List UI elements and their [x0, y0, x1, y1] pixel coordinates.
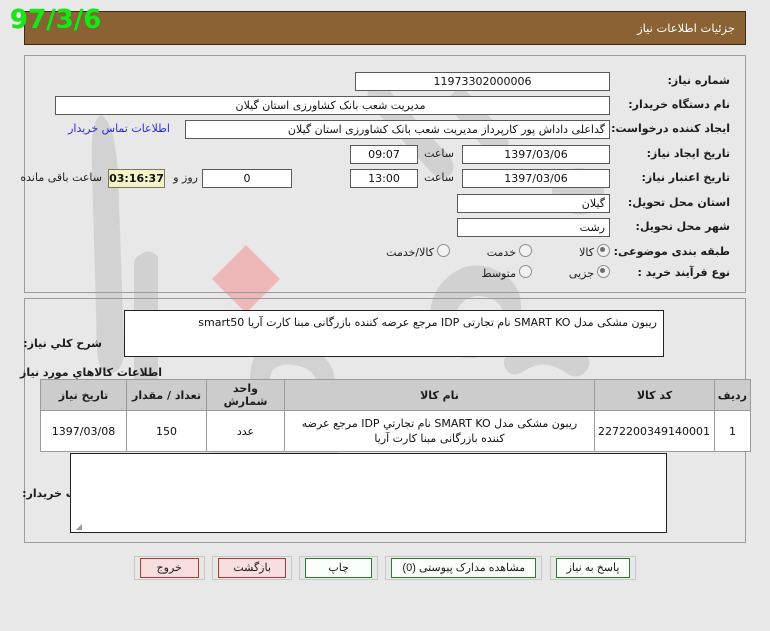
- goods-table: ردیف کد کالا نام کالا واحد شمارش تعداد /…: [40, 379, 751, 452]
- create-date-value: 1397/03/06: [462, 145, 610, 164]
- radio-kala-icon[interactable]: [597, 244, 610, 257]
- print-button-wrap: چاپ: [299, 556, 378, 580]
- create-time-value: 09:07: [350, 145, 418, 164]
- process-option-1-label: متوسط: [481, 267, 516, 280]
- goods-table-header-row: ردیف کد کالا نام کالا واحد شمارش تعداد /…: [40, 379, 751, 411]
- radio-kala-khedmat-icon[interactable]: [437, 244, 450, 257]
- attachments-button-wrap: مشاهده مدارک پیوستی (0): [385, 556, 543, 580]
- cell-name: ریبون مشکی مدل SMART KO نام تجارتي IDP م…: [284, 410, 595, 452]
- print-button[interactable]: چاپ: [305, 558, 372, 578]
- col-unit: واحد شمارش: [206, 379, 285, 411]
- city-value: رشت: [457, 218, 610, 237]
- table-row: 1 2272200349140001 ریبون مشکی مدل SMART …: [40, 410, 751, 452]
- category-label: طبقه بندی موضوعی:: [613, 245, 730, 258]
- col-quantity: تعداد / مقدار: [126, 379, 207, 411]
- remaining-label: ساعت باقی مانده: [20, 171, 102, 184]
- col-radif: ردیف: [714, 379, 751, 411]
- view-attachments-button[interactable]: مشاهده مدارک پیوستی (0): [391, 558, 537, 578]
- category-option-0-label: کالا: [579, 246, 594, 259]
- expire-date-label: تاریخ اعتبار نیاز:: [641, 171, 730, 184]
- col-name: نام کالا: [284, 379, 595, 411]
- back-button[interactable]: بازگشت: [218, 558, 286, 578]
- field-province: استان محل تحویل: گیلان: [40, 194, 730, 214]
- countdown-timer: 03:16:37: [108, 169, 165, 188]
- days-remaining-label: روز و: [173, 171, 198, 184]
- expire-date-value: 1397/03/06: [462, 169, 610, 188]
- respond-button-wrap: پاسخ به نیاز: [549, 556, 637, 580]
- col-need-date: تاریخ نیاز: [40, 379, 127, 411]
- field-process-type: نوع فرآیند خرید : جزیی متوسط: [40, 264, 730, 284]
- process-type-label: نوع فرآیند خرید :: [637, 266, 730, 279]
- process-option-jozei[interactable]: جزیی: [555, 265, 610, 280]
- action-button-row: پاسخ به نیاز مشاهده مدارک پیوستی (0) چاپ…: [0, 556, 770, 580]
- expire-time-value: 13:00: [350, 169, 418, 188]
- radio-jozei-icon[interactable]: [597, 265, 610, 278]
- buyer-contact-link[interactable]: اطلاعات تماس خریدار: [68, 122, 170, 135]
- create-time-label: ساعت: [424, 147, 454, 160]
- days-remaining-value: 0: [202, 169, 292, 188]
- description-label: شرح کلي نیاز:: [23, 337, 102, 350]
- cell-code: 2272200349140001: [594, 410, 715, 452]
- buyer-org-value: مدیریت شعب بانک کشاورزی استان گیلان: [55, 96, 610, 115]
- category-option-khedmat[interactable]: خدمت: [473, 244, 532, 259]
- province-value: گیلان: [457, 194, 610, 213]
- category-option-kala[interactable]: کالا: [565, 244, 610, 259]
- field-need-number: شماره نیاز: 11973302000006: [40, 72, 730, 92]
- process-option-0-label: جزیی: [568, 267, 594, 280]
- process-option-motavaset[interactable]: متوسط: [467, 265, 532, 280]
- respond-to-need-button[interactable]: پاسخ به نیاز: [555, 558, 631, 578]
- category-option-kala-khedmat[interactable]: کالا/خدمت: [372, 244, 450, 259]
- radio-motavaset-icon[interactable]: [519, 265, 532, 278]
- field-city: شهر محل تحویل: رشت: [40, 218, 730, 238]
- buyer-org-label: نام دستگاه خریدار:: [628, 98, 730, 111]
- exit-button-wrap: خروج: [133, 556, 205, 580]
- field-requester: ایجاد کننده درخواست: گداعلی داداش پور کا…: [40, 120, 730, 140]
- requester-value: گداعلی داداش پور کارپرداز مدیریت شعب بان…: [185, 120, 610, 139]
- need-number-label: شماره نیاز:: [667, 74, 730, 87]
- category-option-1-label: خدمت: [486, 246, 516, 259]
- header-bar: جزئیات اطلاعات نیاز: [24, 11, 746, 45]
- field-category: طبقه بندی موضوعی: کالا خدمت کالا/خدمت: [40, 243, 730, 263]
- field-create-date: تاریخ ایجاد نیاز: 1397/03/06 ساعت 09:07: [40, 145, 730, 165]
- requester-label: ایجاد کننده درخواست:: [611, 122, 730, 135]
- radio-khedmat-icon[interactable]: [519, 244, 532, 257]
- cell-radif: 1: [714, 410, 751, 452]
- expire-time-label: ساعت: [424, 171, 454, 184]
- cell-unit: عدد: [206, 410, 285, 452]
- resize-grip-icon: ◢: [75, 522, 82, 531]
- city-label: شهر محل تحویل:: [635, 220, 730, 233]
- cell-need-date: 1397/03/08: [40, 410, 127, 452]
- field-expire-date: تاریخ اعتبار نیاز: 1397/03/06 ساعت 13:00…: [20, 169, 730, 189]
- description-textarea[interactable]: ریبون مشکی مدل SMART KO نام تجارتی IDP م…: [124, 310, 664, 357]
- create-date-label: تاریخ ایجاد نیاز:: [646, 147, 730, 160]
- overlay-date-stamp: 97/3/6: [10, 5, 102, 35]
- back-button-wrap: بازگشت: [212, 556, 292, 580]
- category-option-2-label: کالا/خدمت: [386, 246, 434, 259]
- field-buyer-org: نام دستگاه خریدار: مدیریت شعب بانک کشاور…: [40, 96, 730, 116]
- buyer-notes-textarea[interactable]: ◢: [70, 453, 667, 533]
- exit-button[interactable]: خروج: [139, 558, 199, 578]
- cell-quantity: 150: [126, 410, 207, 452]
- need-number-value: 11973302000006: [355, 72, 610, 91]
- page-title: جزئیات اطلاعات نیاز: [637, 21, 735, 35]
- province-label: استان محل تحویل:: [627, 196, 730, 209]
- col-code: کد کالا: [594, 379, 715, 411]
- goods-section-label: اطلاعات کالاهاي مورد نیاز: [20, 366, 162, 379]
